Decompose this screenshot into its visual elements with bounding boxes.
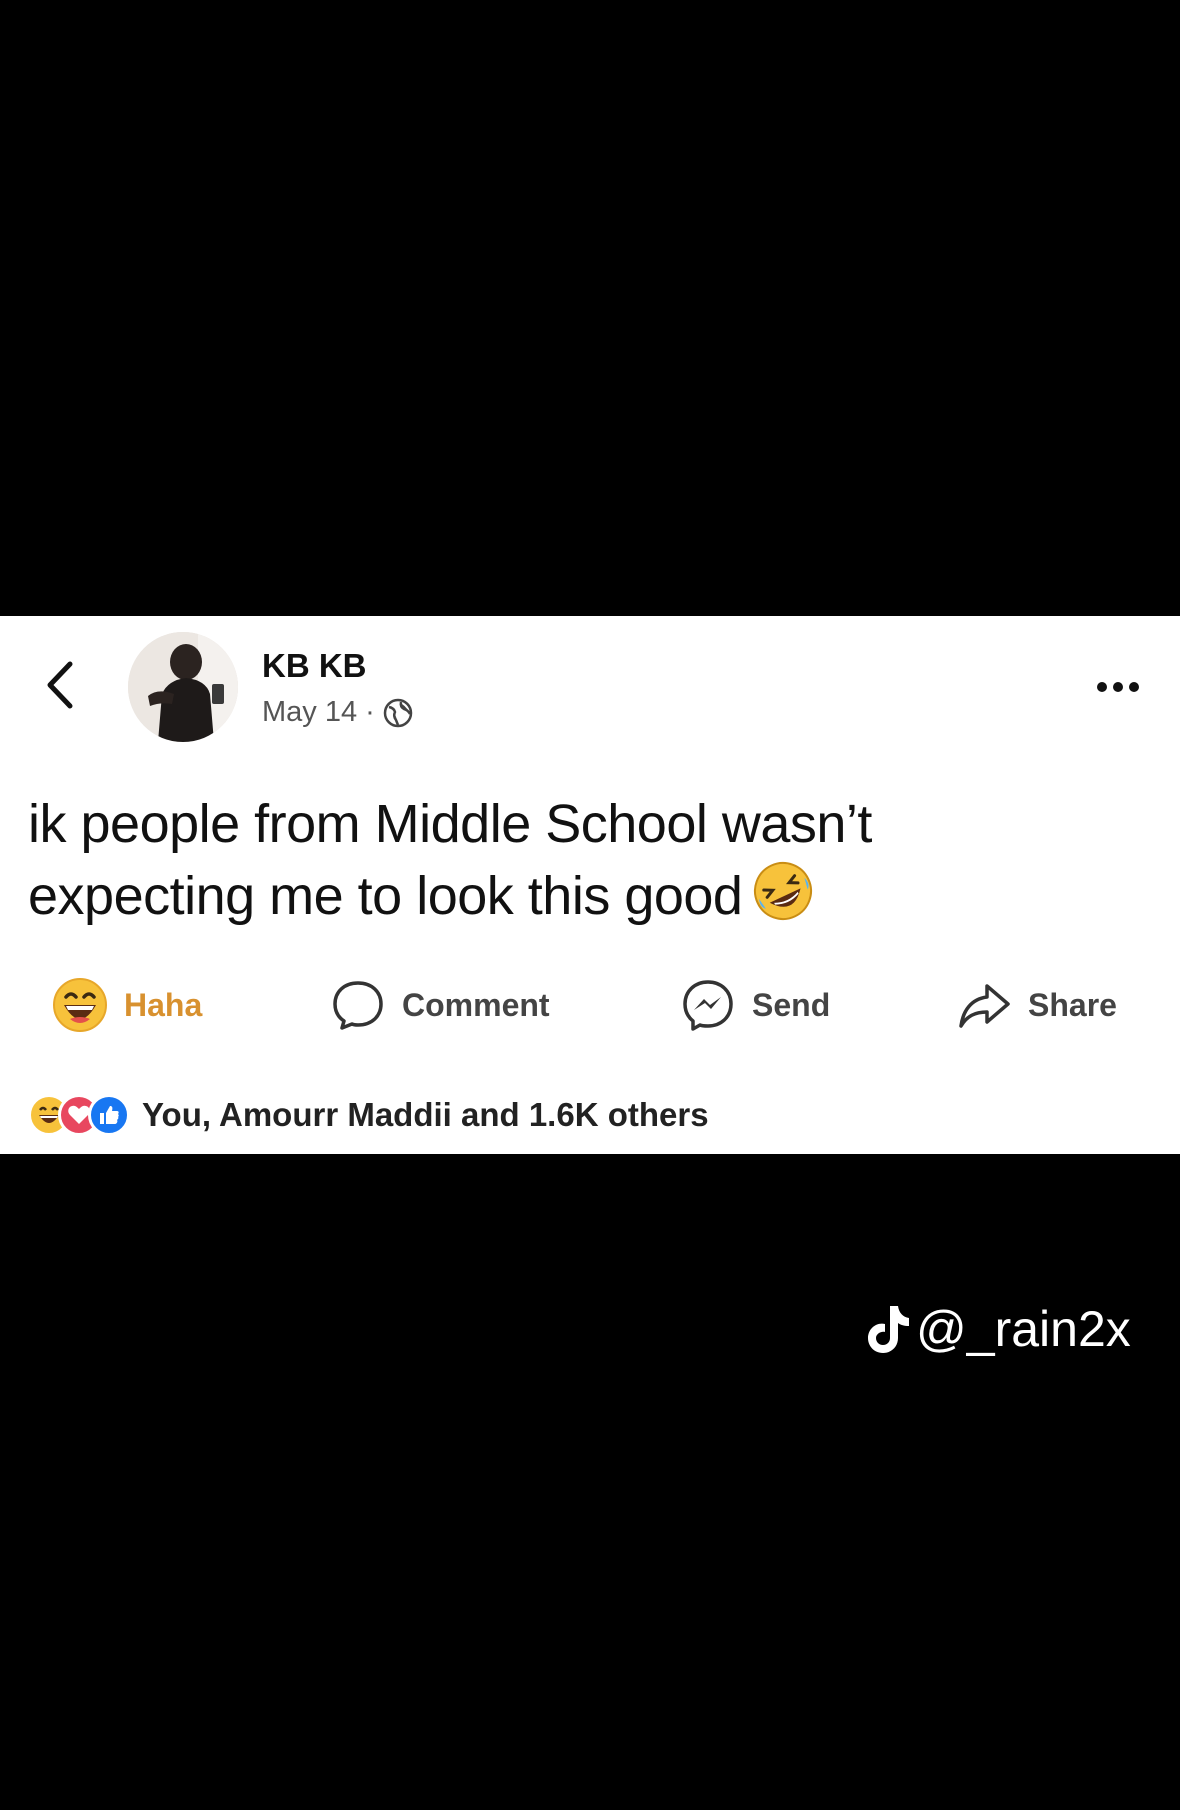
comment-button[interactable]: Comment bbox=[330, 970, 550, 1040]
tiktok-icon bbox=[868, 1306, 909, 1353]
post-date[interactable]: May 14 bbox=[262, 696, 357, 729]
comment-icon bbox=[333, 981, 383, 1030]
post-text-line-2: expecting me to look this good bbox=[28, 860, 1128, 940]
reactions-summary[interactable]: You, Amourr Maddii and 1.6K others bbox=[28, 1090, 709, 1140]
share-arrow-icon bbox=[959, 984, 1010, 1028]
reaction-icons bbox=[28, 1094, 130, 1136]
watermark-handle: @_rain2x bbox=[916, 1301, 1131, 1357]
post-text-line-2-content: expecting me to look this good bbox=[28, 866, 743, 926]
send-label: Send bbox=[752, 986, 831, 1023]
back-button[interactable] bbox=[40, 660, 80, 710]
post-text: ik people from Middle School wasn’t expe… bbox=[28, 788, 1128, 940]
more-options-button[interactable] bbox=[1090, 672, 1146, 702]
like-icon bbox=[88, 1094, 130, 1136]
globe-icon bbox=[383, 698, 413, 727]
messenger-icon bbox=[683, 980, 733, 1031]
post-meta: May 14 · bbox=[262, 696, 413, 729]
more-dot bbox=[1113, 682, 1123, 692]
comment-label: Comment bbox=[402, 986, 550, 1023]
meta-separator: · bbox=[365, 696, 375, 728]
chevron-left-icon bbox=[47, 661, 73, 709]
avatar-photo bbox=[128, 632, 238, 742]
post-text-line-1: ik people from Middle School wasn’t bbox=[28, 794, 872, 854]
more-dot bbox=[1097, 682, 1107, 692]
tiktok-watermark: @_rain2x bbox=[864, 1300, 1131, 1358]
author-name[interactable]: KB KB bbox=[262, 647, 367, 685]
haha-icon bbox=[53, 978, 107, 1032]
haha-reaction-button[interactable]: Haha bbox=[52, 970, 202, 1040]
avatar[interactable] bbox=[128, 632, 238, 742]
send-button[interactable]: Send bbox=[680, 970, 830, 1040]
more-dot bbox=[1129, 682, 1139, 692]
share-label: Share bbox=[1028, 986, 1117, 1023]
post-actions: Haha Comment Send Share bbox=[0, 970, 1180, 1040]
haha-label: Haha bbox=[124, 986, 203, 1023]
reactions-text: You, Amourr Maddii and 1.6K others bbox=[142, 1096, 709, 1133]
share-button[interactable]: Share bbox=[956, 970, 1117, 1040]
rolling-on-floor-laughing-icon bbox=[752, 860, 814, 940]
